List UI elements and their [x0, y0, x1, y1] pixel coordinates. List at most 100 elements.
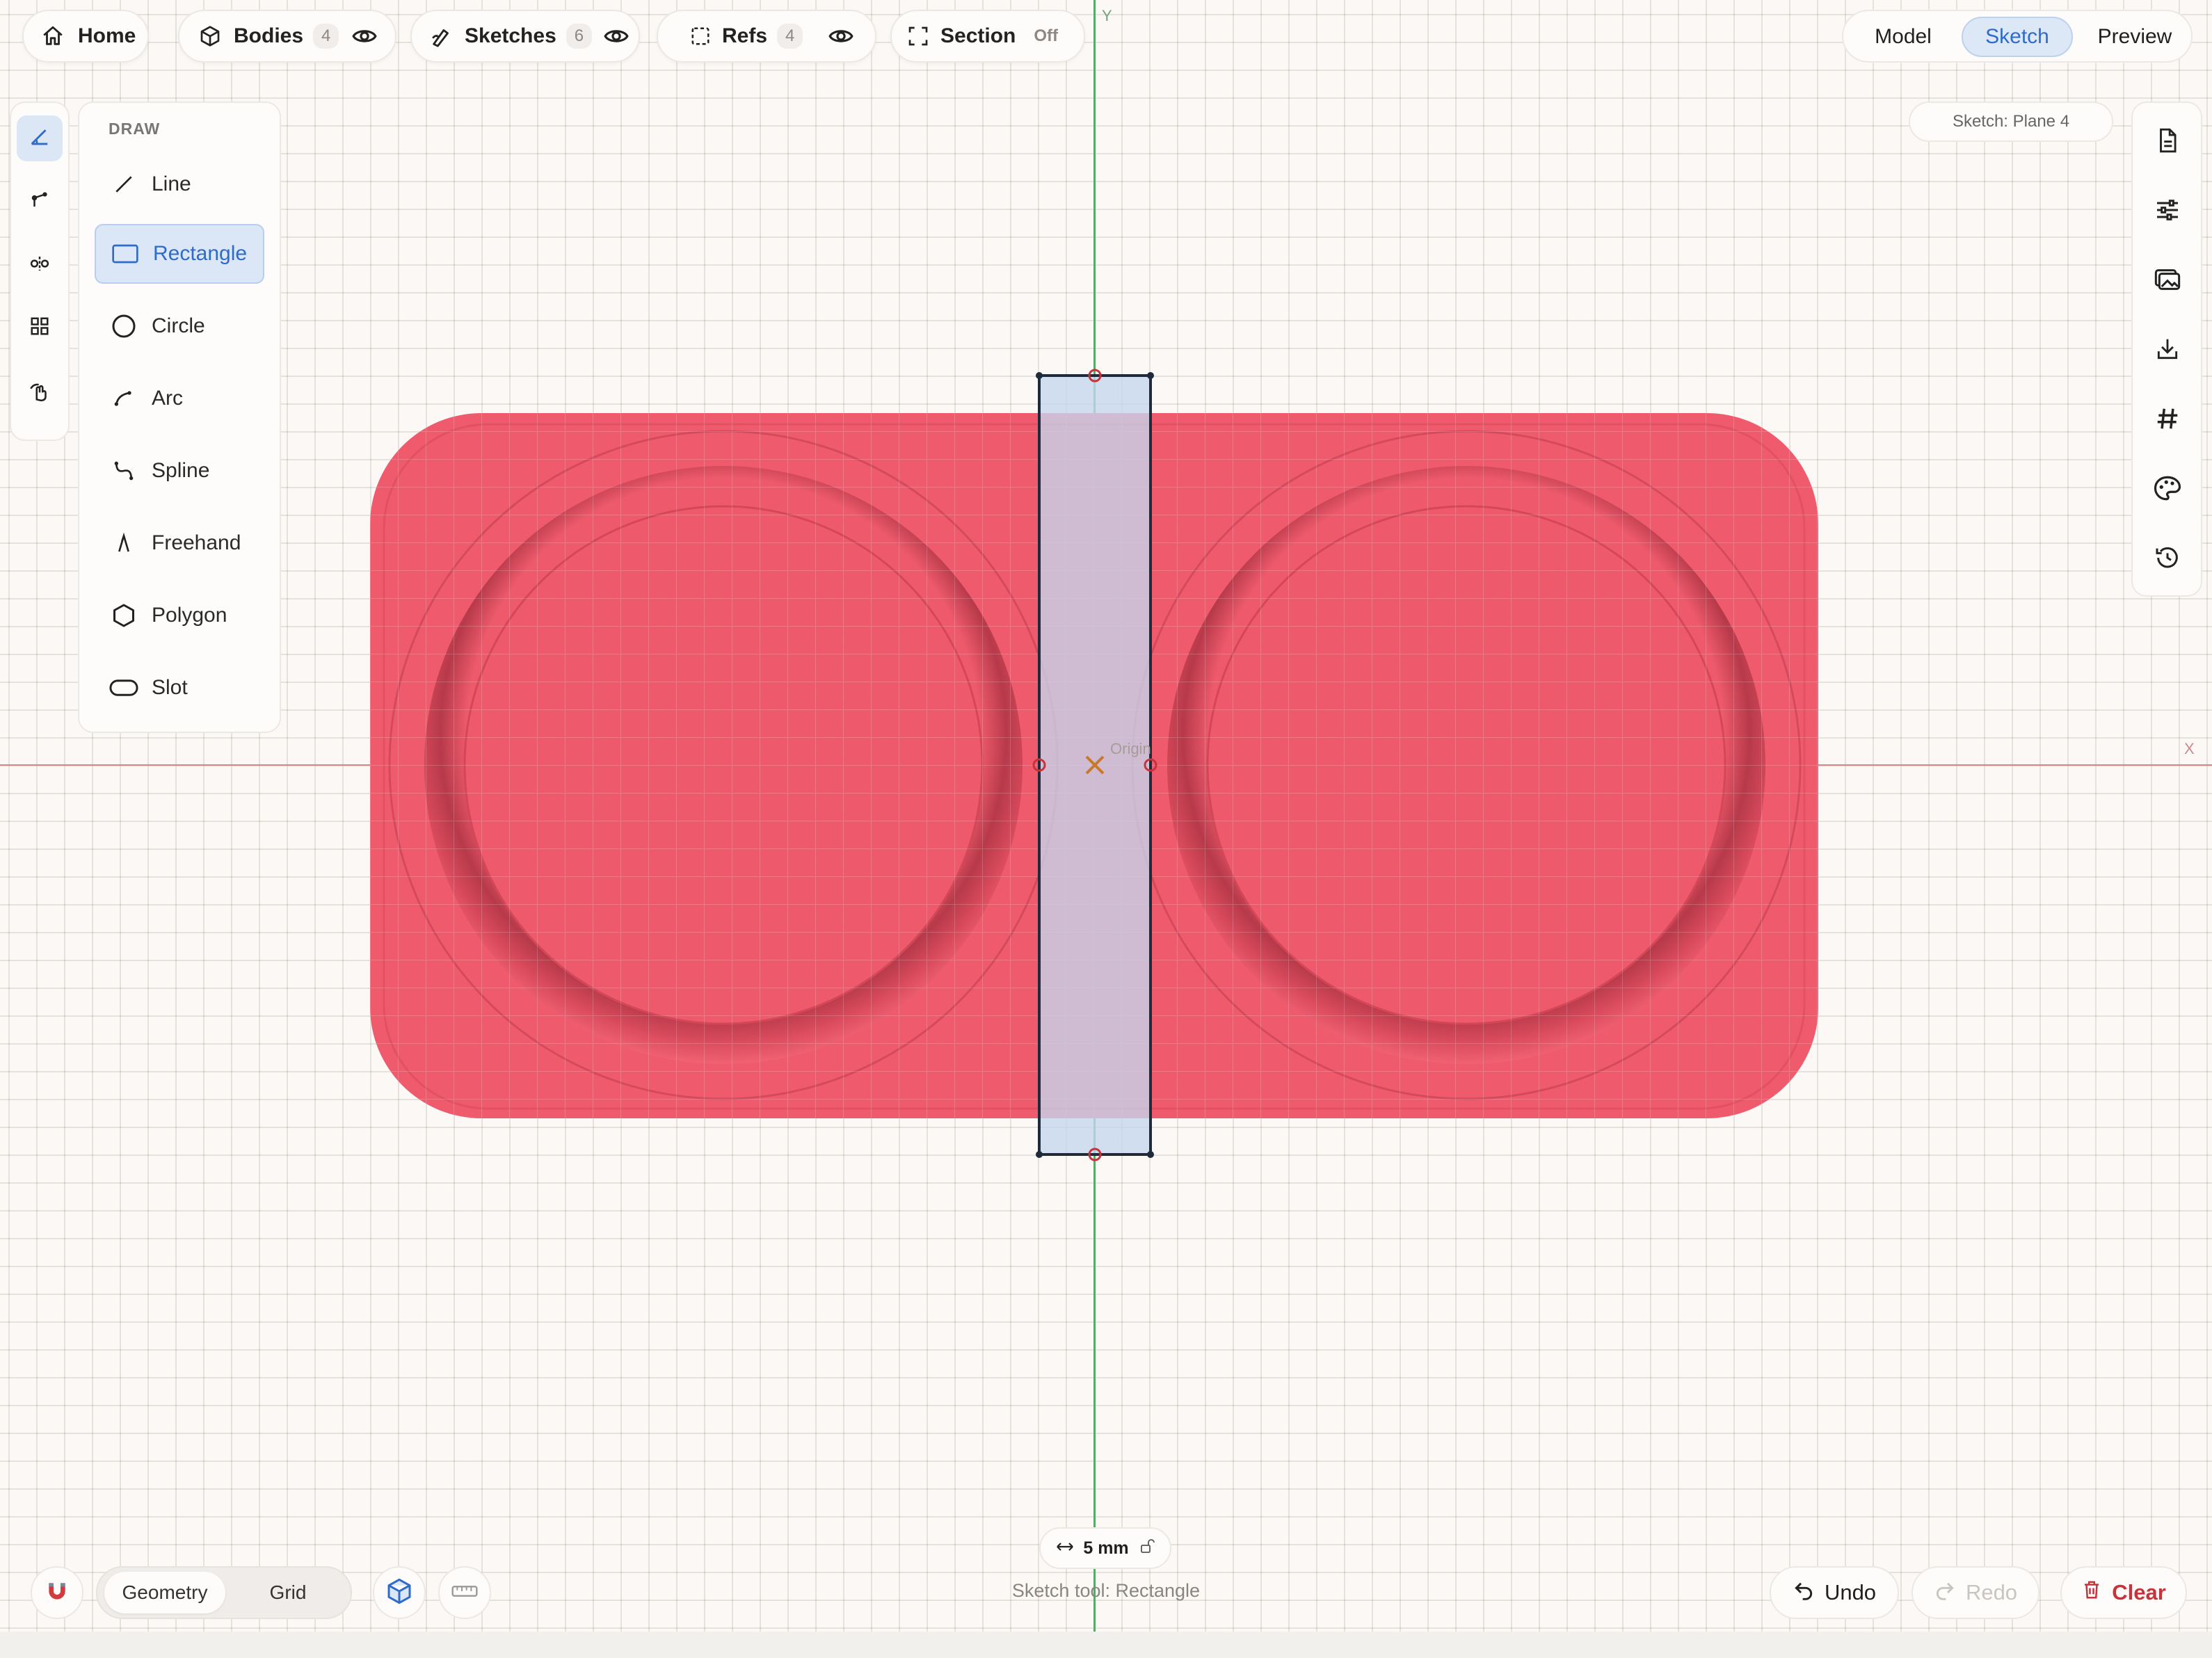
mode-sketch-tab[interactable]: Sketch	[1962, 17, 2073, 57]
sketch-pencil-icon	[430, 24, 454, 48]
sketch-plane-badge: Sketch: Plane 4	[1909, 102, 2113, 142]
tool-arc[interactable]: Arc	[95, 369, 264, 428]
dimension-chip[interactable]: 5 mm	[1039, 1527, 1171, 1569]
tool-rectangle-label: Rectangle	[153, 242, 248, 265]
section-toggle[interactable]: Section Off	[890, 10, 1085, 63]
tool-circle-label: Circle	[152, 314, 205, 337]
history-icon	[2154, 544, 2181, 575]
bodies-count: 4	[313, 24, 339, 49]
mode-switcher: Model Sketch Preview	[1842, 10, 2193, 63]
draw-panel-title: DRAW	[109, 120, 161, 138]
redo-label: Redo	[1965, 1580, 2018, 1604]
palette-button[interactable]	[2145, 467, 2190, 512]
tool-rectangle[interactable]: Rectangle	[95, 224, 264, 284]
mirror-button[interactable]	[17, 242, 63, 288]
sliders-button[interactable]	[2145, 189, 2190, 234]
constraint-button[interactable]	[17, 178, 63, 224]
refs-label: Refs	[722, 24, 768, 47]
sketches-count: 6	[566, 24, 593, 49]
section-label: Section	[940, 24, 1016, 47]
rectangle-icon	[104, 233, 146, 275]
tool-freehand[interactable]: Freehand	[95, 513, 264, 573]
sketches-visibility-eye-icon[interactable]	[603, 23, 630, 49]
clear-label: Clear	[2112, 1580, 2166, 1604]
constraint-icon	[29, 189, 50, 214]
refs-count: 4	[777, 24, 803, 49]
hash-icon	[2154, 405, 2181, 435]
freehand-icon	[103, 522, 145, 564]
section-frame-icon	[907, 25, 929, 47]
width-arrows-icon	[1055, 1538, 1075, 1559]
draw-mode-button[interactable]	[17, 115, 63, 161]
snap-magnet-button[interactable]	[31, 1566, 83, 1619]
pattern-icon	[29, 316, 50, 340]
trash-icon	[2081, 1579, 2102, 1606]
home-label: Home	[78, 24, 136, 47]
tool-polygon[interactable]: Polygon	[95, 586, 264, 645]
ruler-button[interactable]	[438, 1566, 491, 1619]
download-icon	[2154, 336, 2181, 366]
history-button[interactable]	[2145, 537, 2190, 581]
right-tool-rail	[2131, 102, 2202, 597]
images-icon	[2153, 266, 2182, 297]
redo-button[interactable]: Redo	[1912, 1566, 2039, 1619]
bodies-visibility-eye-icon[interactable]	[351, 23, 378, 49]
view-cube-button[interactable]	[373, 1566, 426, 1619]
tool-line-label: Line	[152, 172, 191, 195]
tool-spline-label: Spline	[152, 459, 210, 482]
unlock-icon[interactable]	[1139, 1538, 1155, 1559]
pattern-button[interactable]	[17, 305, 63, 351]
tool-polygon-label: Polygon	[152, 604, 227, 627]
palette-icon	[2153, 474, 2182, 506]
tool-circle[interactable]: Circle	[95, 296, 264, 356]
slot-icon	[103, 667, 145, 709]
tool-arc-label: Arc	[152, 387, 183, 410]
home-button[interactable]: Home	[22, 10, 149, 63]
document-button[interactable]	[2145, 120, 2190, 164]
mode-preview-tab[interactable]: Preview	[2083, 17, 2187, 57]
model-body	[370, 369, 1818, 1161]
magnet-icon	[43, 1577, 71, 1609]
tool-slot[interactable]: Slot	[95, 658, 264, 718]
snap-geometry-tab[interactable]: Geometry	[104, 1572, 225, 1613]
status-text: Sketch tool: Rectangle	[1011, 1580, 1201, 1601]
bodies-label: Bodies	[234, 24, 304, 47]
tool-line[interactable]: Line	[95, 154, 264, 214]
home-icon	[39, 24, 67, 48]
draw-icon	[28, 125, 51, 152]
refs-visibility-eye-icon[interactable]	[828, 23, 854, 49]
tool-slot-label: Slot	[152, 676, 188, 699]
clear-button[interactable]: Clear	[2060, 1566, 2187, 1619]
undo-icon	[1793, 1579, 1815, 1607]
arc-icon	[103, 378, 145, 419]
hash-button[interactable]	[2145, 398, 2190, 442]
mirror-icon	[29, 253, 50, 277]
sketch-canvas[interactable]: Y X Origin	[0, 0, 2212, 1632]
left-tool-rail	[10, 102, 70, 441]
redo-icon	[1934, 1579, 1956, 1607]
section-state: Off	[1034, 26, 1059, 45]
dimension-value: 5 mm	[1083, 1538, 1129, 1558]
select-hand-icon	[28, 380, 51, 407]
undo-button[interactable]: Undo	[1770, 1566, 1899, 1619]
document-icon	[2154, 127, 2181, 157]
download-button[interactable]	[2145, 328, 2190, 373]
sliders-icon	[2154, 196, 2181, 227]
view-cube-icon	[385, 1577, 413, 1609]
origin-label: Origin	[1110, 740, 1151, 757]
spline-icon	[103, 450, 145, 492]
sketches-group: Sketches 6	[410, 10, 640, 63]
undo-label: Undo	[1824, 1580, 1877, 1604]
cube-icon	[199, 25, 221, 47]
tool-freehand-label: Freehand	[152, 531, 241, 554]
circle-icon	[103, 305, 145, 347]
draw-panel: DRAW Line Rectangle Circle Arc Spline Fr…	[78, 102, 281, 733]
select-hand-button[interactable]	[17, 370, 63, 416]
mode-model-tab[interactable]: Model	[1854, 17, 1952, 57]
refs-group: Refs 4	[657, 10, 876, 63]
images-button[interactable]	[2145, 259, 2190, 303]
tool-spline[interactable]: Spline	[95, 441, 264, 501]
refs-dashed-box-icon	[690, 26, 711, 47]
sketches-label: Sketches	[465, 24, 556, 47]
snap-grid-tab[interactable]: Grid	[230, 1572, 346, 1613]
